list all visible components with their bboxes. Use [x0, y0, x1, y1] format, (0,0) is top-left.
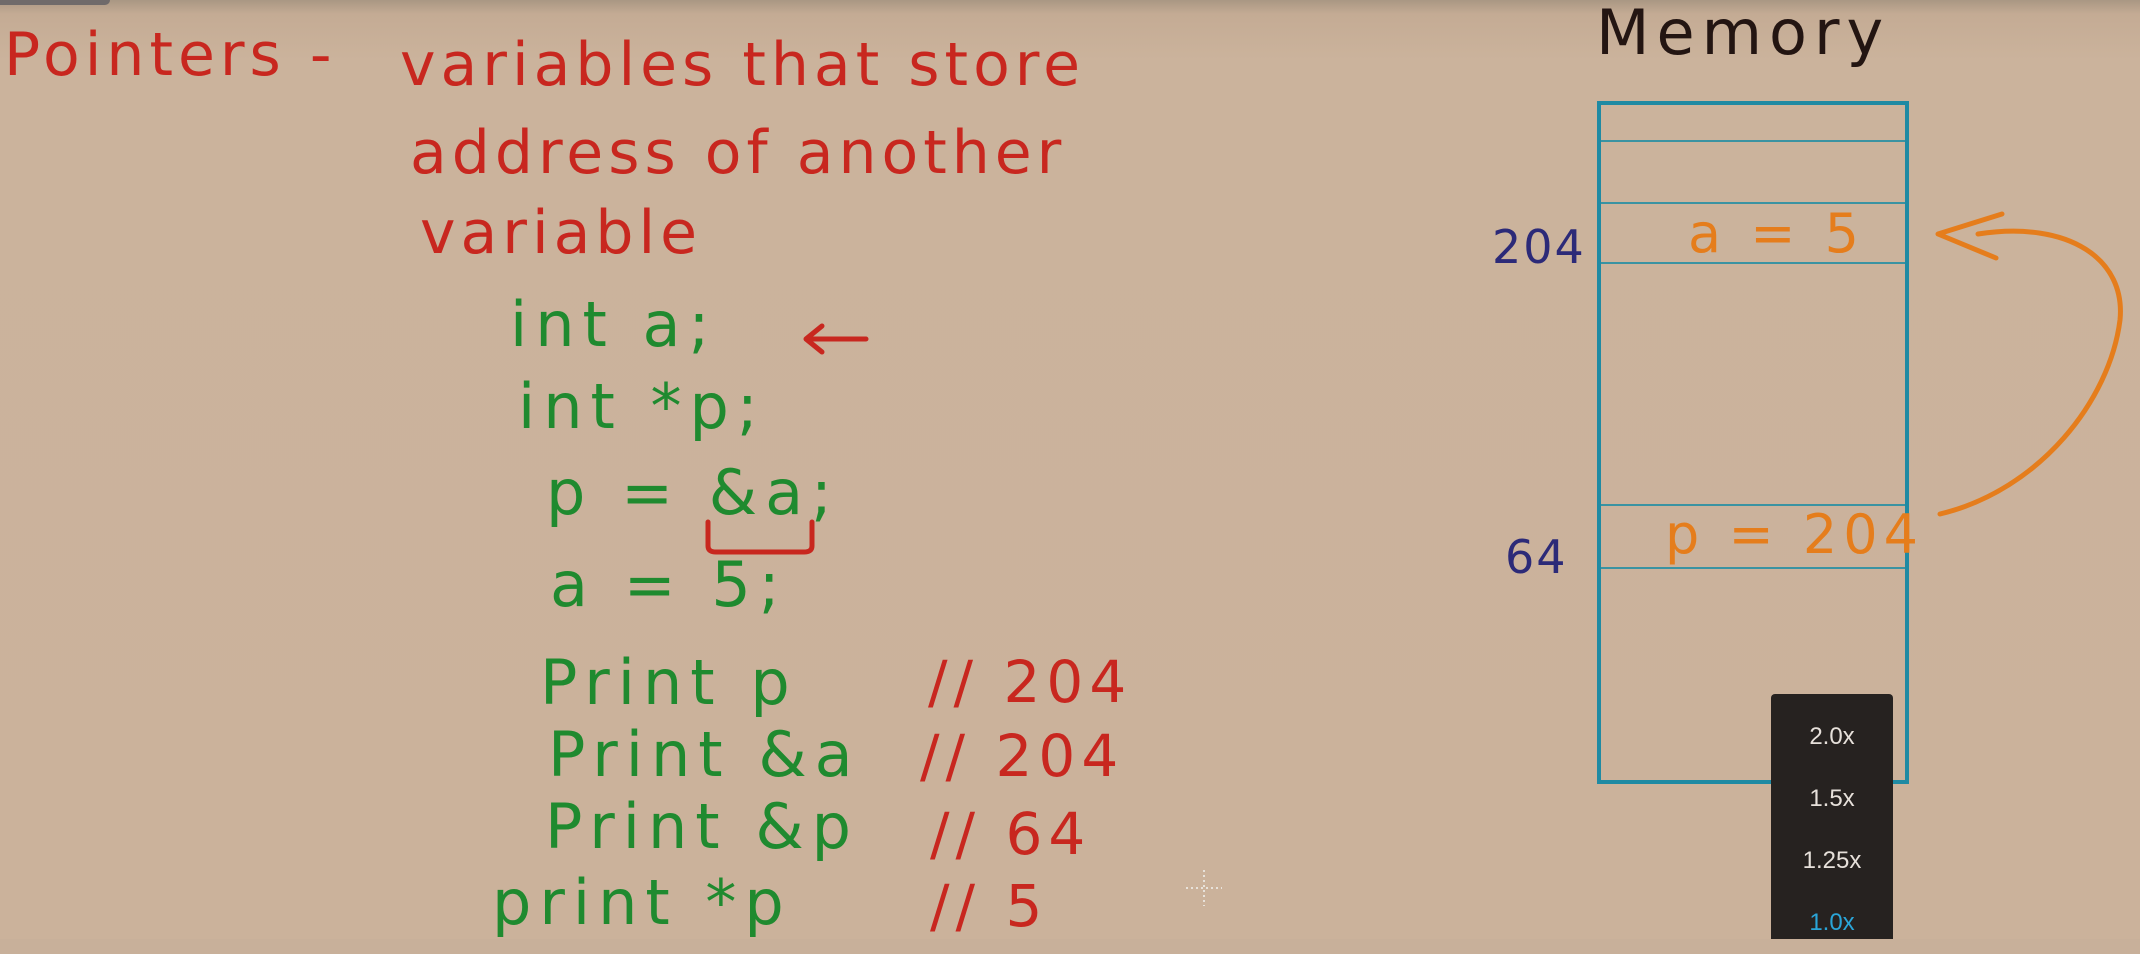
pointer-arrow-icon [1935, 211, 2123, 517]
speed-option-1x[interactable]: 1.0x [1771, 892, 1893, 954]
whiteboard: Pointers - variables that store address … [0, 0, 2140, 940]
speed-option-1-5x[interactable]: 1.5x [1771, 768, 1893, 830]
code-line-2: int *p; [518, 370, 766, 443]
comment-1: // 204 [928, 648, 1133, 716]
definition-line-2: address of another [410, 118, 1067, 188]
code-line-1: int a; [510, 288, 718, 361]
top-bar [0, 0, 110, 5]
comment-2: // 204 [920, 722, 1125, 790]
comment-3: // 64 [930, 800, 1092, 868]
address-label-p: 64 [1505, 530, 1568, 584]
speed-option-1-25x[interactable]: 1.25x [1771, 830, 1893, 892]
address-label-a: 204 [1492, 220, 1586, 274]
print-line-2: Print &a [548, 718, 861, 791]
memory-title: Memory [1596, 0, 1891, 69]
memory-cell-p: p = 204 [1665, 503, 1924, 566]
arrow-left-icon [803, 323, 869, 355]
memory-cell-divider [1601, 567, 1905, 569]
print-line-4: print *p [492, 866, 792, 939]
playback-speed-menu: 2.0x 1.5x 1.25x 1.0x [1771, 694, 1893, 939]
print-line-1: Print p [540, 646, 798, 719]
print-line-3: Print &p [545, 790, 860, 863]
definition-line-3: variable [420, 198, 703, 268]
definition-line-1: variables that store [400, 30, 1086, 100]
speed-option-2x[interactable]: 2.0x [1771, 706, 1893, 768]
memory-cell-a: a = 5 [1688, 202, 1866, 265]
cursor-crosshair-icon [1186, 870, 1222, 906]
memory-cell-divider [1601, 140, 1905, 142]
code-line-4: a = 5; [550, 548, 788, 621]
comment-4: // 5 [930, 872, 1049, 940]
definition-heading: Pointers - [4, 20, 337, 90]
